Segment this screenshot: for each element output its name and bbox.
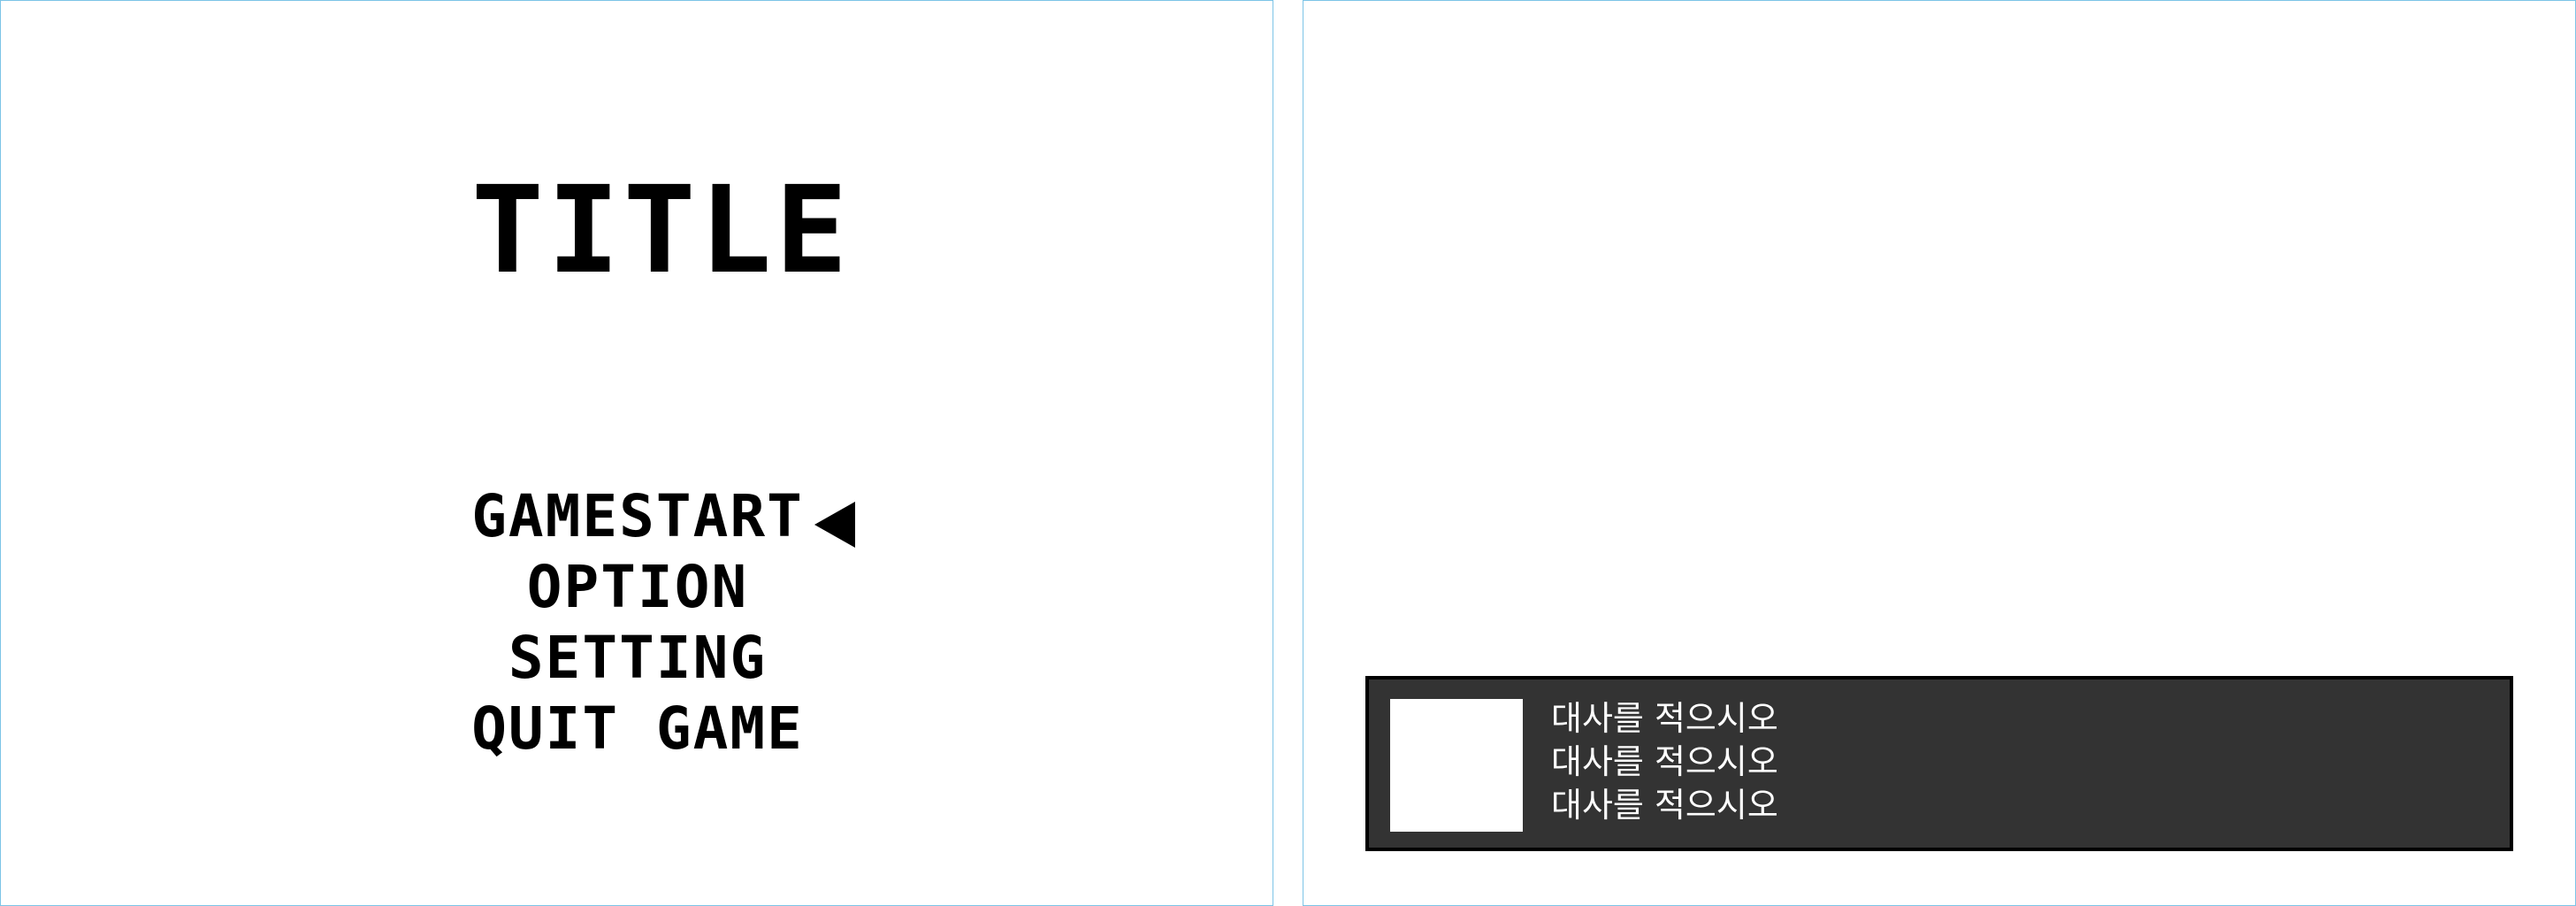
dialog-box[interactable]: 대사를 적으시오 대사를 적으시오 대사를 적으시오 xyxy=(1365,676,2513,851)
menu-item-label: SETTING xyxy=(508,624,768,692)
dialog-line: 대사를 적으시오 xyxy=(1551,786,1778,825)
dialog-text: 대사를 적으시오 대사를 적으시오 대사를 적으시오 xyxy=(1551,697,1778,827)
dialog-line: 대사를 적으시오 xyxy=(1551,742,1778,781)
dialog-line: 대사를 적으시오 xyxy=(1551,699,1778,738)
menu-item-gamestart[interactable]: GAMESTART xyxy=(1,486,1274,548)
menu-item-setting[interactable]: SETTING xyxy=(1,627,1274,689)
menu-item-label: QUIT GAME xyxy=(471,695,804,763)
title-screen-panel: TITLE GAMESTART OPTION SETTING QUIT GAME xyxy=(0,0,1273,906)
game-title: TITLE xyxy=(471,161,852,301)
dialog-screen-panel: 대사를 적으시오 대사를 적으시오 대사를 적으시오 xyxy=(1303,0,2576,906)
menu-item-quit-game[interactable]: QUIT GAME xyxy=(1,698,1274,760)
portrait-placeholder xyxy=(1390,699,1523,832)
menu-item-option[interactable]: OPTION xyxy=(1,557,1274,618)
menu-item-label: GAMESTART xyxy=(471,482,804,550)
selection-cursor-icon xyxy=(814,502,855,548)
menu-item-label: OPTION xyxy=(526,553,749,621)
